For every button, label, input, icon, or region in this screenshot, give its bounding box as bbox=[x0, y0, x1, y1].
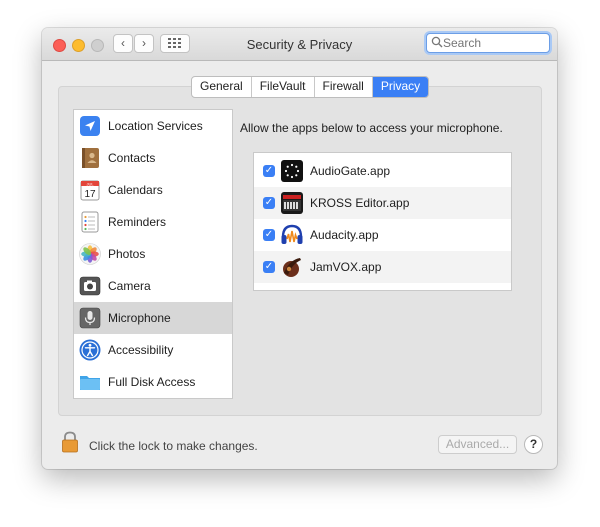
list-item-jamvox[interactable]: ✓ JamVOX.app bbox=[254, 251, 511, 283]
tab-privacy[interactable]: Privacy bbox=[372, 77, 429, 97]
lock-icon[interactable] bbox=[62, 431, 78, 453]
checkbox-audacity[interactable]: ✓ bbox=[263, 229, 275, 241]
jamvox-icon bbox=[283, 258, 301, 277]
audacity-headphones-icon bbox=[281, 224, 303, 244]
tab-filevault[interactable]: FileVault bbox=[252, 77, 315, 97]
search-input[interactable] bbox=[443, 35, 543, 51]
checkbox-audiogate[interactable]: ✓ bbox=[263, 165, 275, 177]
audiogate-icon bbox=[281, 160, 303, 182]
sidebar-item-label: Full Disk Access bbox=[108, 375, 196, 389]
title-bar: ‹ › Security & Privacy bbox=[42, 28, 557, 61]
list-item-kross-editor[interactable]: ✓ KROSS Editor.app bbox=[254, 187, 511, 219]
sidebar-item-label: Reminders bbox=[108, 215, 167, 229]
app-name: Audacity.app bbox=[310, 228, 379, 242]
reminders-list-icon bbox=[81, 211, 99, 233]
sidebar-item-reminders[interactable]: Reminders bbox=[74, 206, 232, 238]
photos-flower-icon bbox=[79, 243, 101, 265]
contacts-book-icon bbox=[82, 148, 99, 168]
sidebar-item-photos[interactable]: Photos bbox=[74, 238, 232, 270]
location-arrow-icon bbox=[80, 116, 100, 136]
checkbox-kross-editor[interactable]: ✓ bbox=[263, 197, 275, 209]
sidebar-item-label: Camera bbox=[108, 279, 151, 293]
help-button[interactable]: ? bbox=[524, 435, 543, 454]
checkbox-jamvox[interactable]: ✓ bbox=[263, 261, 275, 273]
sidebar-item-full-disk-access[interactable]: Full Disk Access bbox=[74, 366, 232, 398]
microphone-icon bbox=[79, 307, 101, 329]
app-name: KROSS Editor.app bbox=[310, 196, 410, 210]
tab-firewall[interactable]: Firewall bbox=[315, 77, 373, 97]
sidebar-item-label: Location Services bbox=[108, 119, 203, 133]
sidebar-item-contacts[interactable]: Contacts bbox=[74, 142, 232, 174]
sidebar-item-label: Accessibility bbox=[108, 343, 174, 357]
accessibility-icon bbox=[79, 339, 101, 361]
sidebar-item-accessibility[interactable]: Accessibility bbox=[74, 334, 232, 366]
search-field[interactable] bbox=[426, 33, 550, 53]
app-name: JamVOX.app bbox=[310, 260, 382, 274]
sidebar-item-microphone[interactable]: Microphone bbox=[74, 302, 232, 334]
sidebar-item-camera[interactable]: Camera bbox=[74, 270, 232, 302]
calendar-icon: JUL 17 bbox=[80, 180, 100, 201]
sidebar-item-label: Microphone bbox=[108, 311, 171, 325]
list-item-audacity[interactable]: ✓ Audacity.app bbox=[254, 219, 511, 251]
permission-description: Allow the apps below to access your micr… bbox=[240, 121, 503, 135]
tab-general[interactable]: General bbox=[192, 77, 252, 97]
kross-editor-icon bbox=[281, 192, 303, 214]
calendar-day-text: 17 bbox=[84, 189, 96, 200]
folder-icon bbox=[80, 376, 100, 390]
app-permission-list: ✓ AudioGate.app ✓ KROSS Editor.app ✓ Aud… bbox=[253, 152, 512, 291]
camera-icon bbox=[79, 276, 101, 296]
lock-instruction-text: Click the lock to make changes. bbox=[89, 439, 258, 453]
tab-bar: General FileVault Firewall Privacy bbox=[191, 76, 430, 98]
privacy-category-list: Location Services Contacts JUL 17 Calend… bbox=[73, 109, 233, 399]
sidebar-item-calendars[interactable]: JUL 17 Calendars bbox=[74, 174, 232, 206]
app-name: AudioGate.app bbox=[310, 164, 391, 178]
advanced-button[interactable]: Advanced... bbox=[438, 435, 517, 454]
security-privacy-window: ‹ › Security & Privacy General F bbox=[42, 28, 557, 469]
calendar-month-text: JUL bbox=[86, 181, 94, 186]
sidebar-item-location-services[interactable]: Location Services bbox=[74, 110, 232, 142]
sidebar-item-label: Photos bbox=[108, 247, 146, 261]
list-item-audiogate[interactable]: ✓ AudioGate.app bbox=[254, 155, 511, 187]
sidebar-item-label: Calendars bbox=[108, 183, 163, 197]
sidebar-item-label: Contacts bbox=[108, 151, 156, 165]
